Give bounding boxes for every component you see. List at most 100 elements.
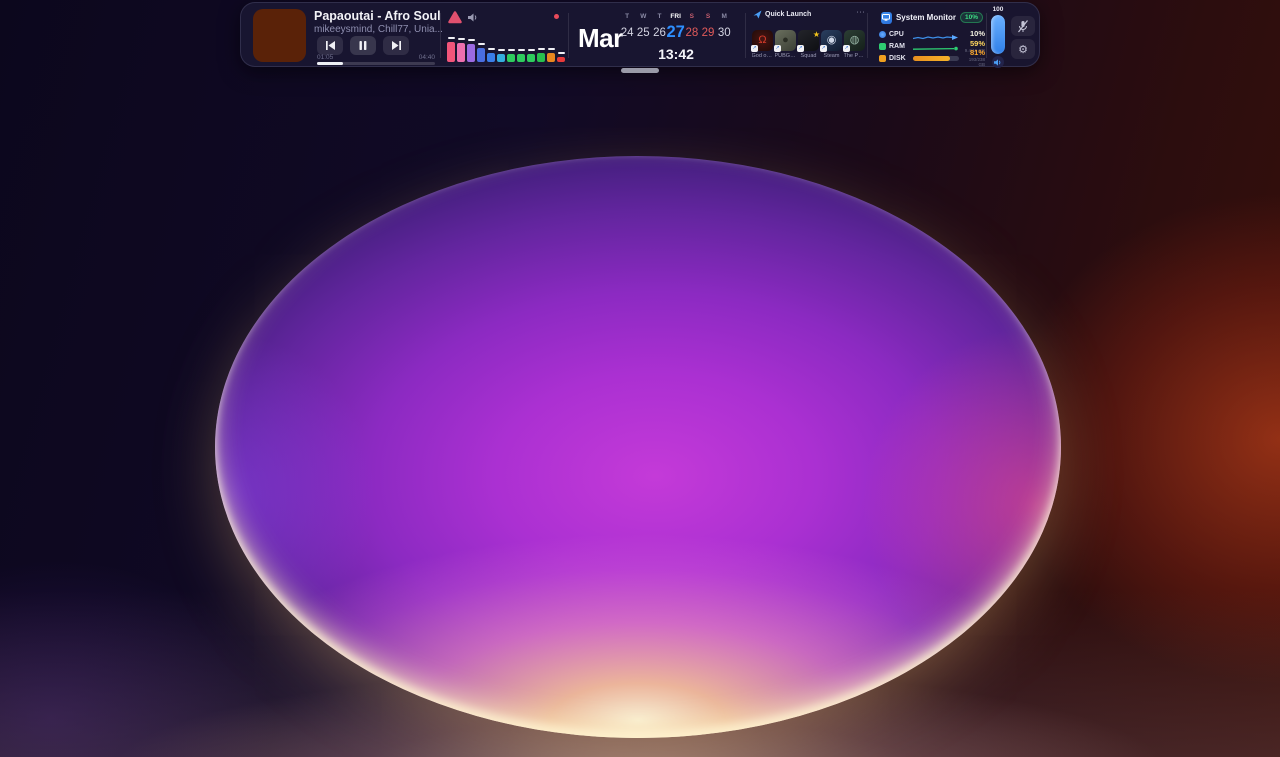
visualizer-bar (547, 48, 555, 62)
quick-launch-header: Quick Launch ⋯ (753, 9, 865, 19)
system-monitor-icon (881, 12, 892, 24)
clock-time: 13:42 (619, 46, 733, 62)
calendar-date: 27 (666, 24, 684, 40)
app-glyph: ◉ (827, 35, 837, 46)
app-glyph: ★ (813, 29, 820, 40)
music-progress-fill (317, 62, 343, 65)
calendar-day-of-week: M (722, 12, 727, 21)
music-progress-bar[interactable] (317, 62, 435, 65)
visualizer-bars (447, 20, 565, 62)
quick-launch-apps: Ω↗God of ...●↗PUBG-BA...★↗Squad◉↗Steam◍↗… (752, 30, 866, 59)
album-art (253, 9, 306, 62)
visualizer-peak-cap (448, 37, 455, 39)
previous-icon (325, 41, 336, 50)
ram-sparkline (913, 41, 959, 51)
shortcut-arrow-badge: ↗ (797, 45, 804, 52)
previous-track-button[interactable] (317, 36, 343, 55)
divider (568, 13, 569, 58)
visualizer-peak-cap (518, 49, 525, 51)
app-icon: Ω↗ (752, 30, 773, 51)
disk-label: DISK (889, 55, 910, 62)
calendar-day-of-week: FRI (670, 12, 680, 21)
app-label: Squad (798, 53, 820, 59)
calendar-day[interactable]: M30 (716, 12, 732, 40)
track-title: Papaoutai - Afro Soul (314, 9, 442, 23)
quick-launch-app[interactable]: ●↗PUBG-BA... (775, 30, 796, 59)
track-artist: mikeeysmind, Chill77, Unia... (314, 24, 442, 35)
wallpaper-orb-rim-light (215, 156, 1061, 738)
calendar-day-of-week: S (690, 12, 694, 21)
speaker-icon (994, 59, 1002, 66)
time-elapsed: 01:05 (317, 54, 333, 61)
quick-launch-app[interactable]: Ω↗God of ... (752, 30, 773, 59)
visualizer-peak-cap (548, 48, 555, 50)
pause-icon (359, 41, 367, 50)
cpu-value: 10% (962, 30, 985, 38)
volume-slider-fill (991, 15, 1005, 54)
cpu-icon (879, 31, 886, 38)
calendar-date: 25 (637, 27, 650, 40)
calendar-day[interactable]: S 29 (700, 12, 716, 40)
cpu-sparkline (913, 29, 959, 39)
rocket-icon (753, 10, 762, 19)
ram-value: 59% (962, 40, 985, 48)
calendar-day[interactable]: S28 (684, 12, 700, 40)
disk-icon (879, 55, 886, 62)
divider (867, 13, 868, 58)
disk-usage-bar (913, 53, 959, 63)
ram-icon (879, 43, 886, 50)
visualizer-peak-cap (478, 43, 485, 45)
app-icon: ◍↗ (844, 30, 865, 51)
mic-mute-button[interactable] (1011, 16, 1035, 36)
quick-launch-app[interactable]: ◉↗Steam (821, 30, 842, 59)
disk-progress-fill (913, 56, 950, 61)
top-widget-bar: Papaoutai - Afro Soul mikeeysmind, Chill… (240, 2, 1040, 67)
shortcut-arrow-badge: ↗ (820, 45, 827, 52)
calendar-day[interactable]: W 25 (635, 12, 651, 40)
pause-button[interactable] (350, 36, 376, 55)
visualizer-bar (457, 38, 465, 62)
calendar-day[interactable]: T24 (619, 12, 635, 40)
visualizer-peak-cap (458, 38, 465, 40)
system-monitor-badge: 10% (960, 12, 983, 23)
cpu-label: CPU (889, 31, 910, 38)
gear-icon: ⚙ (1018, 44, 1028, 55)
visualizer-bar (487, 48, 495, 62)
app-icon: ◉↗ (821, 30, 842, 51)
visualizer-bar (497, 49, 505, 62)
visualizer-bar (447, 37, 455, 62)
settings-button[interactable]: ⚙ (1011, 39, 1035, 59)
volume-level: 100 (989, 6, 1007, 13)
calendar-day-of-week: S (706, 12, 710, 21)
visualizer-bar (537, 48, 545, 62)
quick-launch-app[interactable]: ◍↗ The Part... (844, 30, 865, 59)
widget-bar-drag-handle[interactable] (621, 68, 659, 73)
calendar-date: 29 (702, 27, 715, 40)
calendar-day-of-week: T (657, 12, 661, 21)
volume-speaker-button[interactable] (992, 56, 1004, 68)
visualizer-bar (557, 52, 565, 62)
divider (986, 13, 987, 58)
visualizer-bar (527, 49, 535, 62)
quick-launch-app[interactable]: ★ ↗Squad (798, 30, 819, 59)
calendar-date: 24 (621, 27, 634, 40)
visualizer-bar (507, 49, 515, 62)
player-controls (317, 36, 409, 55)
visualizer-peak-cap (488, 48, 495, 50)
visualizer-bar (467, 39, 475, 62)
calendar-month: Mar (578, 23, 623, 54)
divider (745, 13, 746, 58)
recording-dot (554, 14, 559, 19)
app-label: PUBG-BA... (775, 53, 797, 59)
volume-slider[interactable] (991, 15, 1005, 54)
shortcut-arrow-badge: ↗ (751, 45, 758, 52)
ram-label: RAM (889, 43, 910, 50)
calendar-day[interactable]: T26 (651, 12, 667, 40)
shortcut-arrow-badge: ↗ (843, 45, 850, 52)
calendar-day[interactable]: FRI 27 (668, 12, 684, 40)
disk-detail: 193/238 GB (962, 57, 985, 67)
app-label: The Part... (844, 53, 866, 59)
quick-launch-overflow-button[interactable]: ⋯ (856, 7, 865, 18)
next-track-button[interactable] (383, 36, 409, 55)
calendar-day-of-week: W (640, 12, 646, 21)
